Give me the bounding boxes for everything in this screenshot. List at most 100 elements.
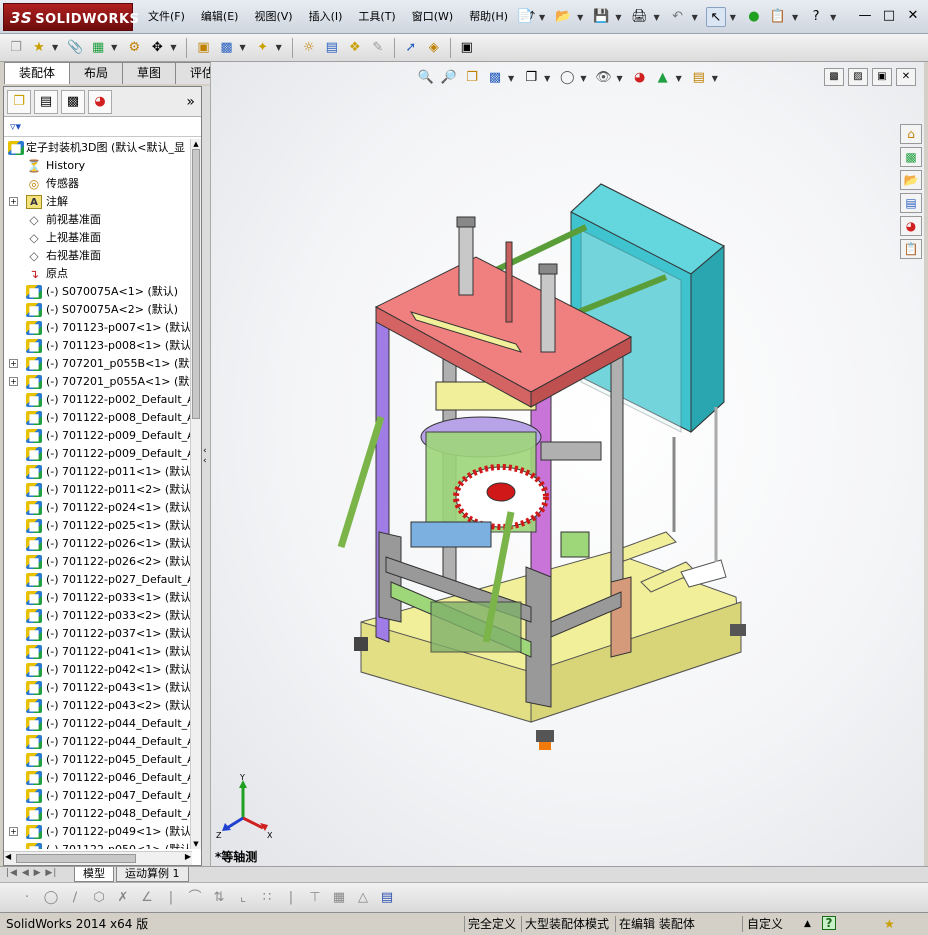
tree-item[interactable]: ■ (-) 701122-p044_Default_As	[4, 733, 192, 751]
tree-item[interactable]: ■ (-) 701122-p011<1> (默认)	[4, 463, 192, 481]
tree-item[interactable]: ↴ 原点	[4, 265, 192, 283]
exploded-view-icon[interactable]: ❖	[345, 38, 365, 58]
tree-item[interactable]: ■ (-) 701122-p025<1> (默认)	[4, 517, 192, 535]
bill-of-materials-icon[interactable]: ▤	[322, 38, 342, 58]
chevron-down-icon[interactable]: ▼	[692, 13, 698, 22]
chevron-up-icon[interactable]: ▲	[804, 916, 811, 932]
tree-item[interactable]: ◇ 上视基准面	[4, 229, 192, 247]
tree-filter[interactable]: ▿▾	[4, 117, 201, 137]
chevron-down-icon[interactable]: ▼	[730, 13, 736, 22]
update-speedpak-icon[interactable]: ◈	[424, 38, 444, 58]
tree-item[interactable]: ■ (-) 701122-p027_Default_As	[4, 571, 192, 589]
tab-layout[interactable]: 布局	[69, 62, 124, 84]
trim-icon[interactable]: ✗	[114, 889, 132, 907]
expand-plus-icon[interactable]: +	[9, 377, 18, 386]
chevron-down-icon[interactable]: ▼	[239, 43, 245, 52]
tab-motion-study-1[interactable]: 运动算例 1	[116, 867, 189, 882]
tree-root-assembly[interactable]: ■ 定子封装机3D图 (默认<默认_显	[4, 139, 192, 157]
scroll-right-icon[interactable]: ▶	[185, 852, 191, 861]
new-part-icon[interactable]: ★	[29, 38, 49, 58]
tree-item[interactable]: + ■ (-) 707201_p055A<1> (默认)	[4, 373, 192, 391]
select-pointer-icon[interactable]: ↖	[705, 7, 726, 27]
display-manager-tab-icon[interactable]: ◕	[88, 89, 112, 114]
tree-item[interactable]: ■ (-) 701122-p047_Default_As	[4, 787, 192, 805]
expand-plus-icon[interactable]: +	[9, 197, 18, 206]
rebuild-traffic-light-icon[interactable]: ●	[744, 7, 764, 27]
tree-item[interactable]: ■ (-) 701122-p026<2> (默认)	[4, 553, 192, 571]
scroll-down-icon[interactable]: ▼	[191, 839, 201, 849]
mate-paperclip-icon[interactable]: 📎	[65, 38, 85, 58]
grid-icon[interactable]: ▦	[330, 889, 348, 907]
tab-model[interactable]: 模型	[74, 867, 114, 882]
assembly-model-3d[interactable]	[211, 62, 924, 866]
solidworks-logo[interactable]: 3S SOLIDWORKS	[3, 3, 139, 31]
corner-icon[interactable]: ⌞	[234, 889, 252, 907]
chevron-down-icon[interactable]: ▼	[653, 13, 659, 22]
custom-properties-icon[interactable]: 📋	[900, 239, 922, 259]
chevron-down-icon[interactable]: ▼	[615, 13, 621, 22]
collapse-panel-icon[interactable]: ‹ ‹	[203, 446, 207, 466]
panel-expand-chevron-icon[interactable]: »	[186, 94, 195, 110]
insert-component-icon[interactable]: ❐	[6, 38, 26, 58]
fillet-icon[interactable]: ⌒	[186, 889, 204, 907]
tree-item[interactable]: ■ (-) 701122-p033<1> (默认)	[4, 589, 192, 607]
chevron-down-icon[interactable]: ▼	[792, 13, 798, 22]
tree-vertical-scrollbar[interactable]: ▲ ▼	[190, 139, 201, 849]
tree-item[interactable]: ■ (-) 701122-p009_Default_As	[4, 445, 192, 463]
close-icon[interactable]: ✕	[902, 6, 924, 26]
menu-view[interactable]: 视图(V)	[246, 0, 300, 34]
scroll-left-icon[interactable]: ◀	[5, 852, 11, 861]
show-hidden-icon[interactable]: ▣	[193, 38, 213, 58]
tree-item[interactable]: ■ (-) 701122-p033<2> (默认)	[4, 607, 192, 625]
property-manager-tab-icon[interactable]: ▤	[34, 89, 58, 114]
undo-icon[interactable]: ↶	[668, 7, 688, 27]
chevron-down-icon[interactable]: ▼	[577, 13, 583, 22]
table-icon[interactable]: ▤	[378, 889, 396, 907]
tree-item[interactable]: ■ (-) 701122-p045_Default_As	[4, 751, 192, 769]
move-component-icon[interactable]: ✥	[147, 38, 167, 58]
tree-item[interactable]: ■ (-) 701122-p002_Default_As	[4, 391, 192, 409]
design-library-icon[interactable]: ▩	[900, 147, 922, 167]
reference-geometry-icon[interactable]: ✦	[253, 38, 273, 58]
tree-item[interactable]: ◇ 右视基准面	[4, 247, 192, 265]
tree-item[interactable]: ■ (-) 701122-p041<1> (默认)	[4, 643, 192, 661]
panel-splitter[interactable]: ‹ ‹	[202, 86, 210, 866]
chevron-down-icon[interactable]: ▼	[111, 43, 117, 52]
tree-item[interactable]: ■ (-) S070075A<2> (默认)	[4, 301, 192, 319]
tree-item[interactable]: ■ (-) 701122-p050<1> (默认)	[4, 841, 192, 849]
help-question-icon[interactable]: ?	[806, 7, 826, 27]
relation-icon[interactable]: △	[354, 889, 372, 907]
feature-manager-tab-icon[interactable]: ❐	[7, 89, 31, 114]
chevron-down-icon[interactable]: ▼	[539, 13, 545, 22]
dimension-icon[interactable]: ⊤	[306, 889, 324, 907]
filter-funnel-icon[interactable]: ▿▾	[10, 120, 21, 133]
appearances-icon[interactable]: ◕	[900, 216, 922, 236]
tree-item[interactable]: ■ (-) 701122-p042<1> (默认)	[4, 661, 192, 679]
assembly-features-icon[interactable]: ▩	[216, 38, 236, 58]
menu-tools[interactable]: 工具(T)	[350, 0, 403, 34]
tree-item[interactable]: ■ (-) 701123-p008<1> (默认)	[4, 337, 192, 355]
expand-plus-icon[interactable]: +	[9, 359, 18, 368]
tab-sketch[interactable]: 草图	[122, 62, 177, 84]
tree-item[interactable]: ■ (-) 701122-p043<1> (默认)	[4, 679, 192, 697]
minimize-icon[interactable]: —	[854, 6, 876, 26]
tag-icon[interactable]: ★	[884, 916, 895, 932]
chevron-down-icon[interactable]: ▼	[830, 13, 836, 22]
home-icon[interactable]: ⌂	[900, 124, 922, 144]
tab-assembly[interactable]: 装配体	[4, 62, 71, 84]
units-custom[interactable]: 自定义	[742, 916, 783, 932]
print-icon[interactable]: 🖨	[629, 7, 649, 27]
scroll-thumb[interactable]	[16, 854, 136, 863]
menu-insert[interactable]: 插入(I)	[301, 0, 351, 34]
menu-file[interactable]: 文件(F)	[140, 0, 193, 34]
chevron-down-icon[interactable]: ▼	[276, 43, 282, 52]
explode-line-sketch-icon[interactable]: ✎	[368, 38, 388, 58]
circle-icon[interactable]: ◯	[42, 889, 60, 907]
menu-window[interactable]: 窗口(W)	[404, 0, 461, 34]
mirror-icon[interactable]: ⇅	[210, 889, 228, 907]
tree-item[interactable]: ◇ 前视基准面	[4, 211, 192, 229]
angle-icon[interactable]: ∠	[138, 889, 156, 907]
tree-item[interactable]: ■ (-) 701122-p037<1> (默认)	[4, 625, 192, 643]
tree-horizontal-scrollbar[interactable]: ◀ ▶	[4, 851, 192, 865]
sketch-pattern-icon[interactable]: ∷	[258, 889, 276, 907]
